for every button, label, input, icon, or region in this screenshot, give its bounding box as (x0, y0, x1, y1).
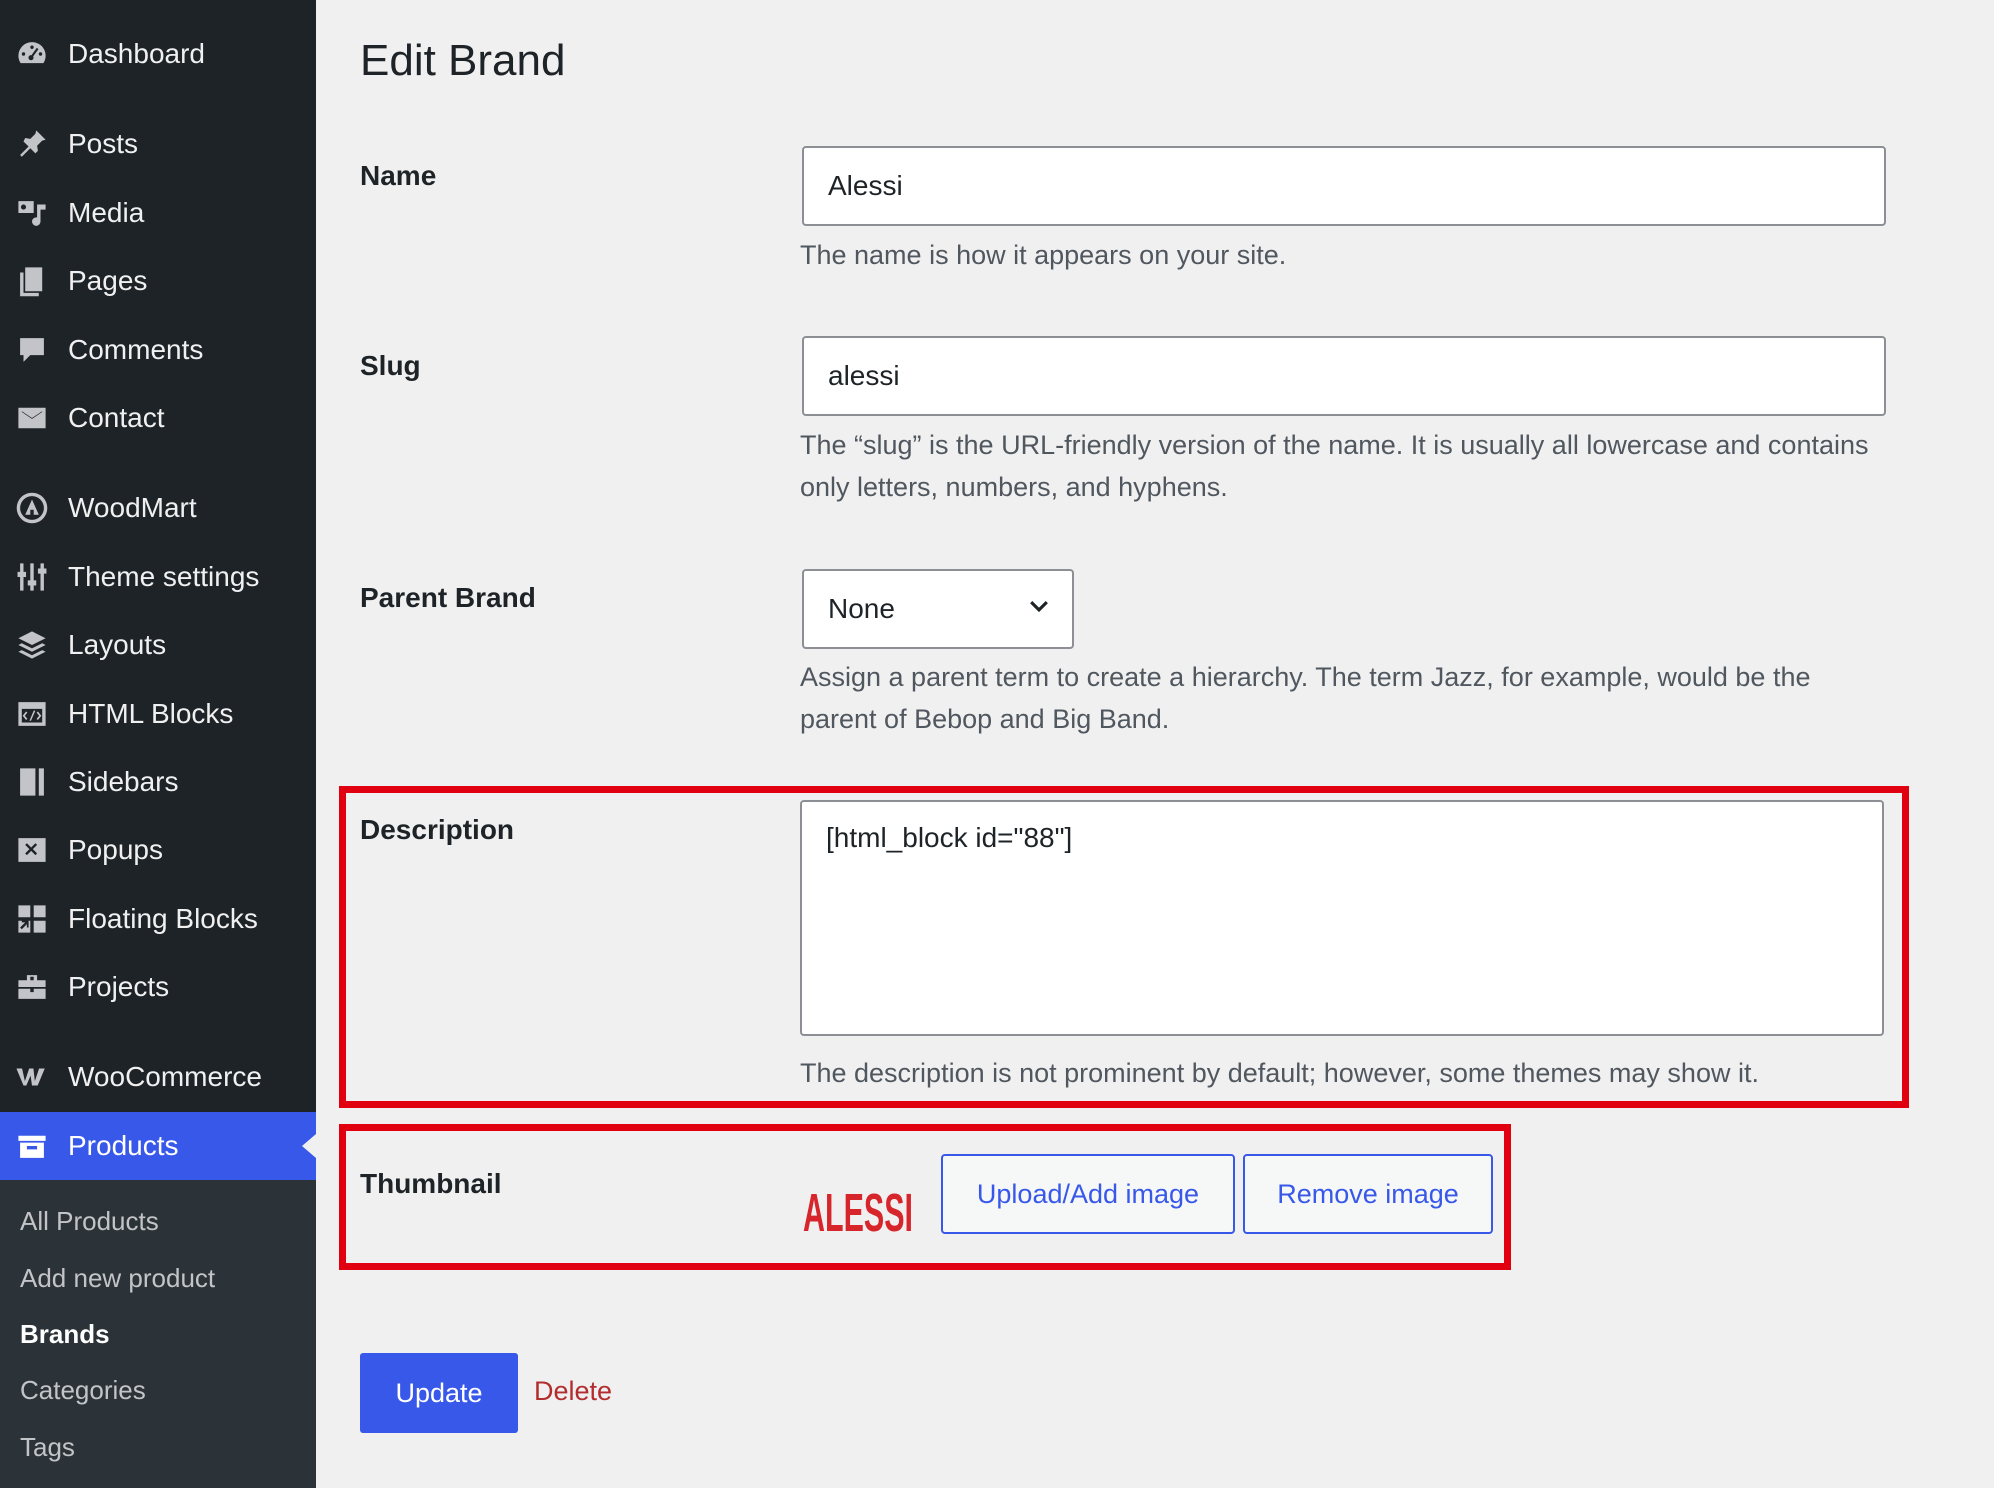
edit-brand-main: Edit Brand Name The name is how it appea… (316, 0, 1994, 1488)
sidebar-item-posts[interactable]: Posts (0, 110, 316, 178)
sidebar-item-label: Floating Blocks (68, 903, 258, 934)
description-help-text: The description is not prominent by defa… (800, 1058, 1759, 1088)
sidebar-item-label: Layouts (68, 629, 167, 660)
sidebar-item-media[interactable]: Media (0, 179, 316, 247)
submenu-item-add-new-product[interactable]: Add new product (20, 1263, 215, 1294)
remove-image-button[interactable]: Remove image (1243, 1154, 1493, 1234)
sidebar-item-label: WooCommerce (68, 1061, 262, 1092)
sidebar-item-label: Comments (68, 334, 204, 365)
thumbnail-label: Thumbnail (360, 1168, 502, 1199)
sidebar-item-comments[interactable]: Comments (0, 316, 316, 384)
parent-brand-select[interactable]: None (802, 569, 1074, 649)
sidebar-item-label: Media (68, 197, 145, 228)
sidebar-item-floating-blocks[interactable]: Floating Blocks (0, 885, 316, 953)
slug-label: Slug (360, 350, 421, 381)
briefcase-icon (14, 969, 50, 1005)
upload-add-image-button[interactable]: Upload/Add image (941, 1154, 1235, 1234)
sidebar-item-label: HTML Blocks (68, 698, 234, 729)
sidebar-item-sidebars[interactable]: Sidebars (0, 748, 316, 816)
slug-help-text: The “slug” is the URL-friendly version o… (800, 430, 1869, 502)
sidebar-item-projects[interactable]: Projects (0, 953, 316, 1021)
sidebar-item-popups[interactable]: Popups (0, 816, 316, 884)
sidebar-item-label: WoodMart (68, 492, 197, 523)
sidebar-item-products[interactable]: Products (0, 1112, 316, 1180)
floating-blocks-icon (14, 901, 50, 937)
media-icon (14, 195, 50, 231)
sliders-icon (14, 559, 50, 595)
woocommerce-icon (14, 1059, 50, 1095)
delete-link[interactable]: Delete (534, 1376, 612, 1407)
sidebar-item-label: Projects (68, 971, 170, 1002)
sidebar-item-layouts[interactable]: Layouts (0, 611, 316, 679)
sidebar-icon (14, 764, 50, 800)
name-input[interactable] (802, 146, 1886, 226)
popup-icon (14, 832, 50, 868)
submenu-item-brands[interactable]: Brands (20, 1319, 110, 1350)
description-textarea[interactable]: [html_block id="88"] (800, 800, 1884, 1036)
brand-thumbnail-image: ALESSI (803, 1183, 913, 1240)
sidebar-item-theme-settings[interactable]: Theme settings (0, 543, 316, 611)
pin-icon (14, 126, 50, 162)
sidebar-item-label: Contact (68, 402, 165, 433)
submenu-item-tags[interactable]: Tags (20, 1432, 75, 1463)
sidebar-item-dashboard[interactable]: Dashboard (0, 20, 316, 88)
admin-sidebar: Dashboard Posts Media Pages Comments Con… (0, 0, 316, 1488)
woodmart-icon (14, 490, 50, 526)
update-button[interactable]: Update (360, 1353, 518, 1433)
sidebar-item-label: Popups (68, 834, 163, 865)
sidebar-item-label: Dashboard (68, 38, 205, 69)
submenu-item-categories[interactable]: Categories (20, 1375, 146, 1406)
sidebar-item-label: Products (68, 1130, 179, 1161)
sidebar-item-label: Sidebars (68, 766, 179, 797)
chevron-down-icon (1026, 593, 1052, 626)
description-label: Description (360, 814, 515, 845)
slug-input[interactable] (802, 336, 1886, 416)
layers-icon (14, 627, 50, 663)
sidebar-item-label: Posts (68, 128, 139, 159)
sidebar-item-html-blocks[interactable]: HTML Blocks (0, 680, 316, 748)
page-title: Edit Brand (360, 36, 566, 85)
envelope-icon (14, 400, 50, 436)
products-icon (14, 1128, 50, 1164)
submenu-item-all-products[interactable]: All Products (20, 1206, 159, 1237)
parent-brand-selected-value: None (828, 593, 895, 624)
parent-brand-label: Parent Brand (360, 582, 536, 613)
sidebar-item-contact[interactable]: Contact (0, 384, 316, 452)
parent-brand-help-text: Assign a parent term to create a hierarc… (800, 662, 1811, 734)
brand-logo-text: ALESSI (803, 1183, 913, 1240)
dashboard-icon (14, 36, 50, 72)
sidebar-item-pages[interactable]: Pages (0, 247, 316, 315)
sidebar-item-woodmart[interactable]: WoodMart (0, 474, 316, 542)
pages-icon (14, 263, 50, 299)
sidebar-item-label: Pages (68, 265, 148, 296)
code-block-icon (14, 696, 50, 732)
products-submenu: All Products Add new product Brands Cate… (0, 1180, 316, 1488)
sidebar-item-woocommerce[interactable]: WooCommerce (0, 1043, 316, 1111)
comment-icon (14, 332, 50, 368)
sidebar-item-label: Theme settings (68, 561, 260, 592)
name-help-text: The name is how it appears on your site. (800, 240, 1287, 270)
name-label: Name (360, 160, 437, 191)
